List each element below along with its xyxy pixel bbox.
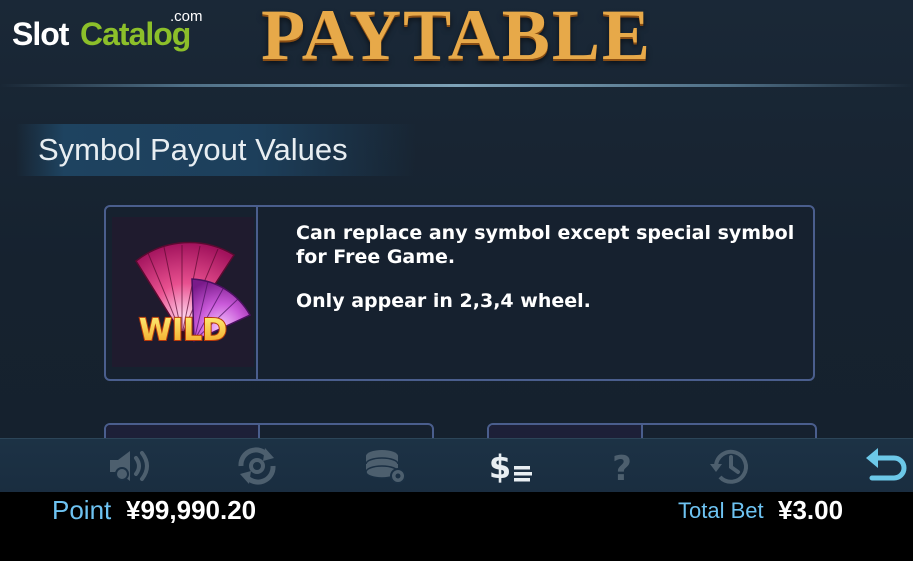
wild-description-line-1: Can replace any symbol except special sy… (296, 222, 795, 268)
paytable-icon: $ (489, 448, 532, 486)
svg-text:?: ? (612, 449, 632, 486)
help-icon: ? (612, 449, 632, 486)
wild-symbol-card: WILD Can replace any symbol except speci… (104, 205, 815, 381)
symbol-cell: WILD (106, 207, 258, 379)
section-banner: Symbol Payout Values (16, 124, 416, 176)
history-icon (710, 449, 748, 484)
wild-symbol-label: WILD (139, 313, 227, 348)
wild-description: Can replace any symbol except special sy… (296, 221, 796, 333)
paytable-panel: Slot Catalog .com PAYTABLE Symbol Payout… (0, 0, 913, 440)
point-label: Point (52, 495, 112, 525)
autoplay-icon (238, 447, 276, 485)
paytable-button[interactable]: $ (486, 445, 536, 487)
wild-fan-icon: WILD (135, 241, 252, 349)
total-bet-label: Total Bet (678, 498, 764, 523)
history-button[interactable] (706, 445, 756, 487)
section-title: Symbol Payout Values (38, 132, 348, 167)
autoplay-button[interactable] (232, 445, 282, 487)
wild-symbol-image: WILD (112, 217, 254, 367)
help-button[interactable]: ? (597, 445, 647, 487)
sound-icon (110, 451, 149, 481)
point-value: ¥99,990.20 (126, 495, 257, 525)
svg-text:$: $ (489, 448, 511, 486)
chips-settings-icon (365, 450, 406, 484)
wild-description-line-2: Only appear in 2,3,4 wheel. (296, 290, 591, 312)
back-icon (866, 448, 907, 481)
bottom-toolbar: $ ? (0, 438, 913, 493)
total-bet-value: ¥3.00 (778, 495, 844, 525)
chips-settings-button[interactable] (360, 445, 410, 487)
status-bar: Point ¥99,990.20 Total Bet ¥3.00 (0, 492, 913, 561)
back-button[interactable] (860, 445, 910, 487)
page-title: PAYTABLE (261, 0, 652, 75)
sound-button[interactable] (106, 445, 156, 487)
title-divider (0, 84, 913, 87)
